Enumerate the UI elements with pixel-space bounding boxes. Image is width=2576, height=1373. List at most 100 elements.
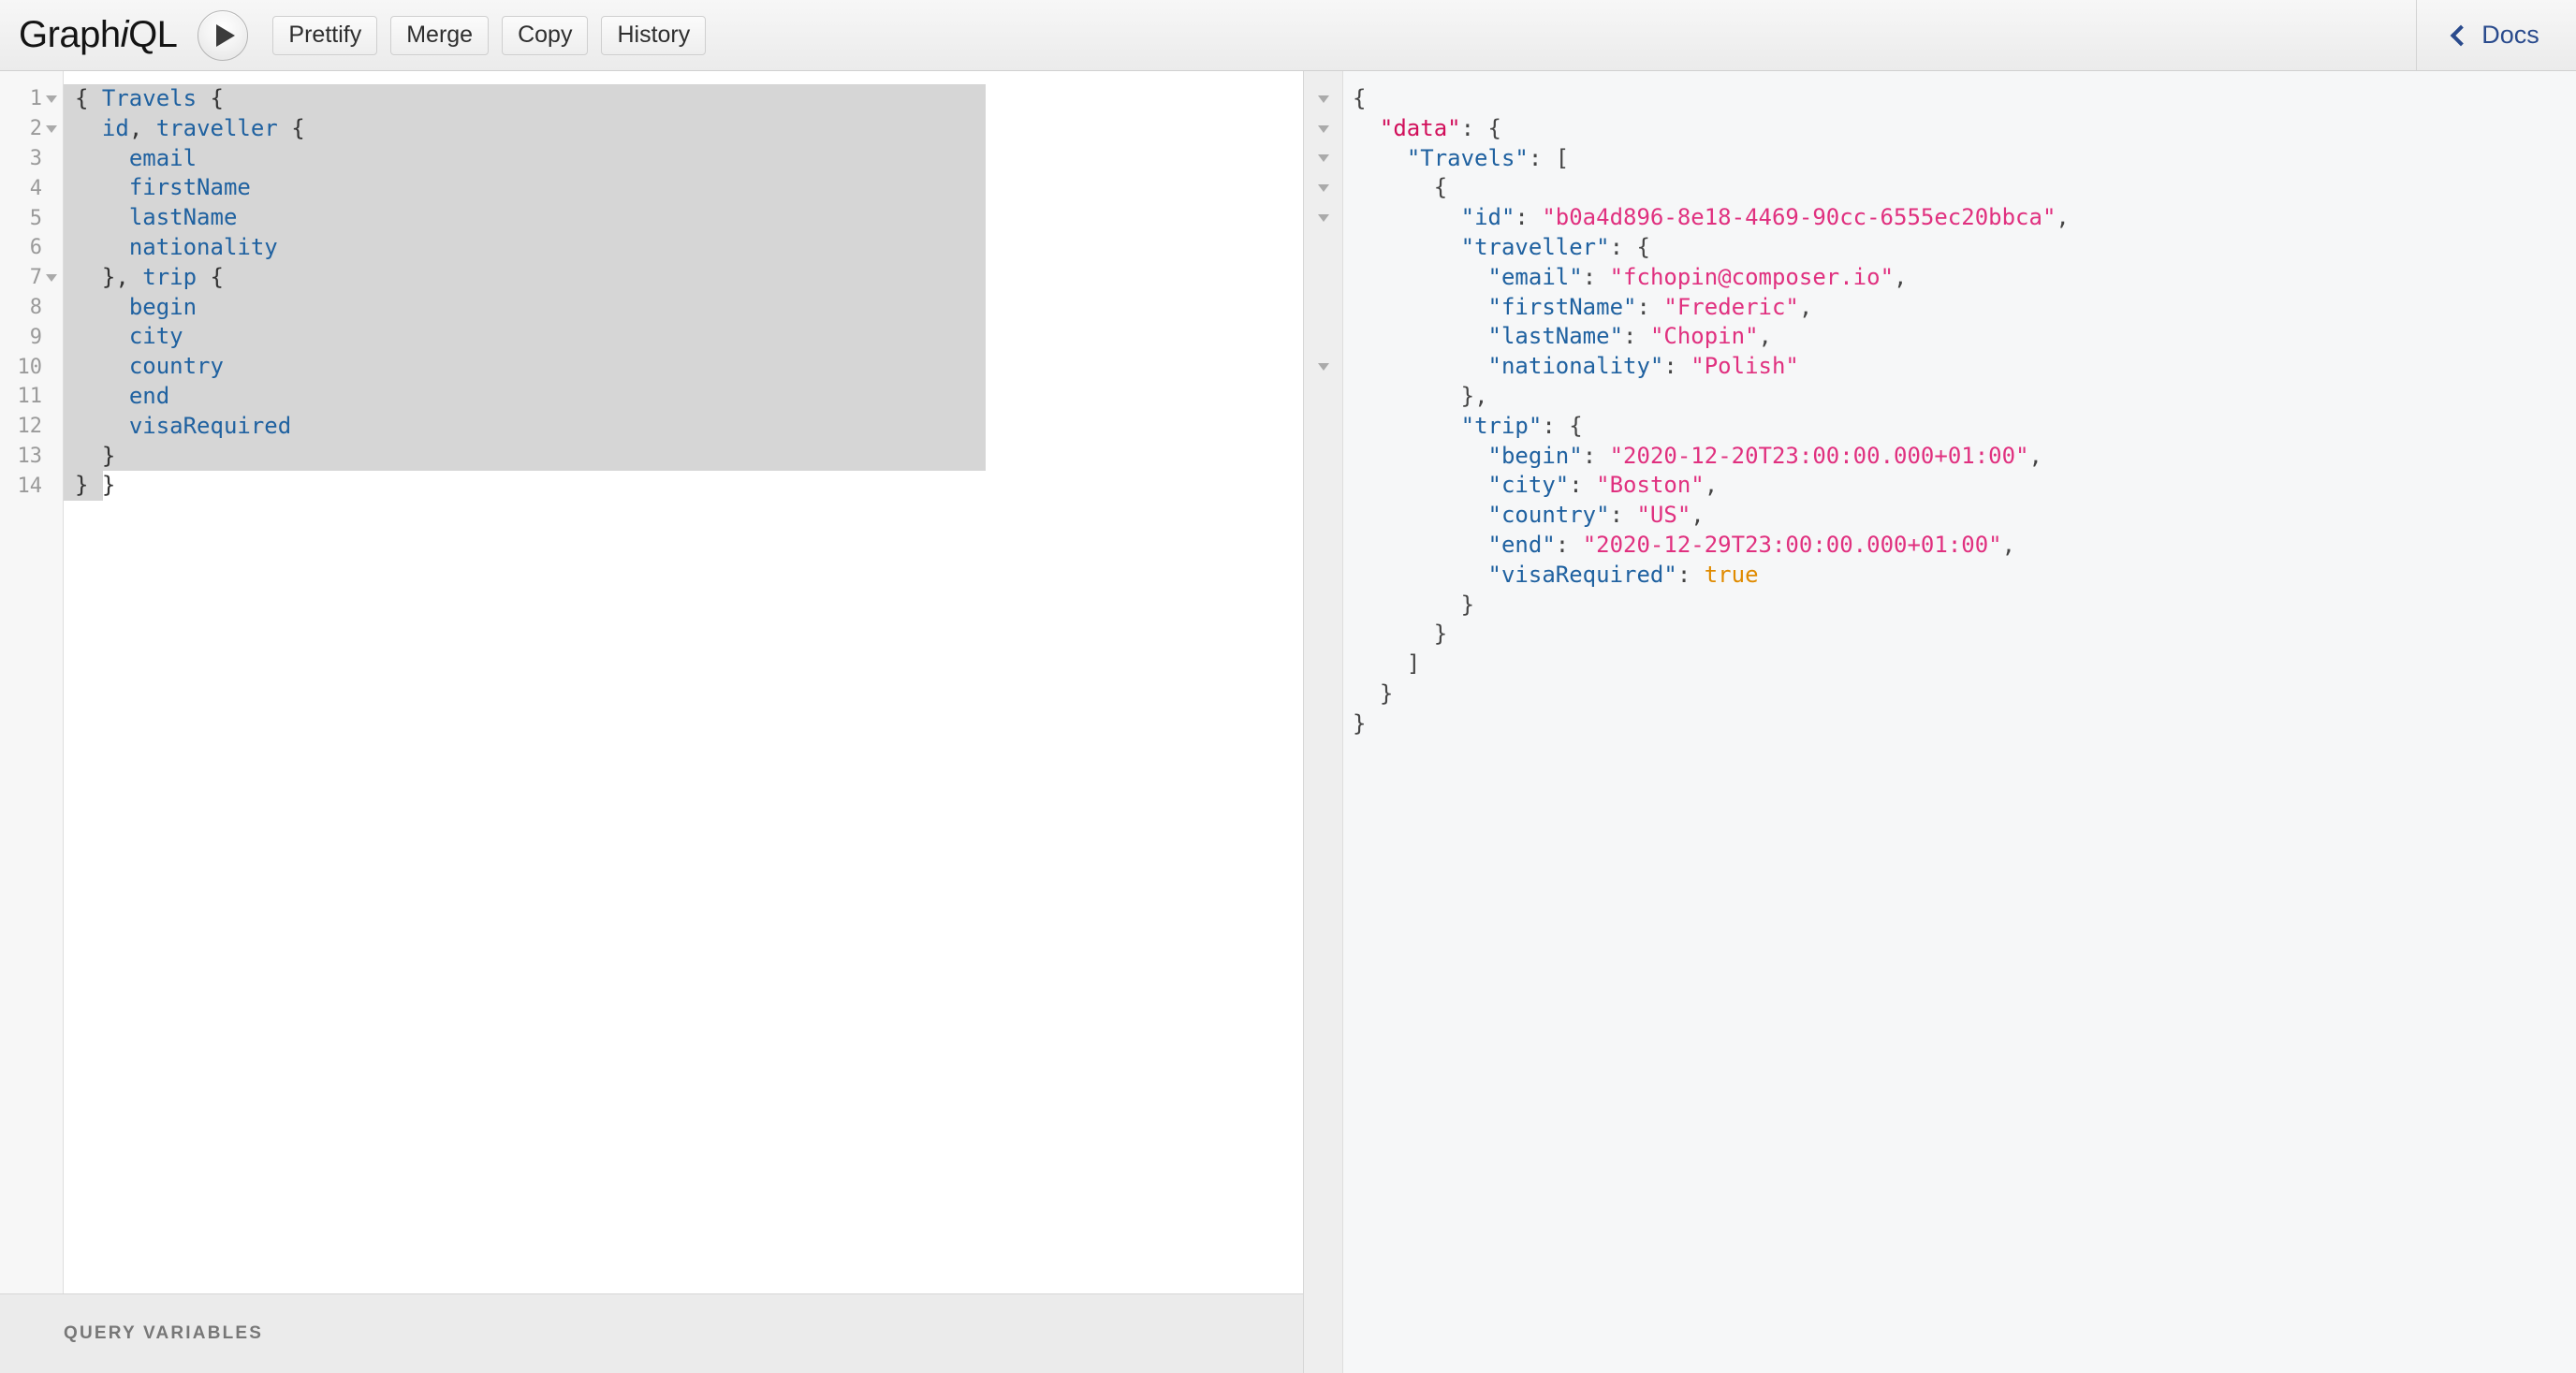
- result-line: "data": {: [1379, 114, 1501, 141]
- query-variables-label: QUERY VARIABLES: [64, 1323, 264, 1343]
- query-line-number: 12: [17, 415, 43, 439]
- logo-i: i: [120, 14, 129, 55]
- result-line: "Travels": [: [1406, 144, 1570, 171]
- history-button-label: History: [617, 22, 691, 48]
- chevron-left-icon: [2450, 24, 2472, 46]
- result-line: "visaRequired": true: [1487, 561, 1759, 588]
- result-line: "trip": {: [1460, 412, 1583, 439]
- result-line: "city": "Boston",: [1487, 472, 1719, 499]
- query-line-number: 11: [17, 385, 43, 409]
- result-gutter[interactable]: [1304, 71, 1343, 1373]
- history-button[interactable]: History: [601, 15, 707, 55]
- fold-triangle-icon[interactable]: [1317, 184, 1329, 193]
- query-line: lastName: [128, 204, 238, 231]
- result-line: "nationality": "Polish": [1487, 353, 1799, 380]
- logo-prefix: Graph: [19, 14, 121, 55]
- result-gutter-row: [1304, 352, 1342, 382]
- query-line: country: [128, 353, 224, 380]
- result-line: "id": "b0a4d896-8e18-4469-90cc-6555ec20b…: [1460, 204, 2070, 231]
- query-code-area[interactable]: { Travels { id, traveller { email firstN…: [64, 71, 1303, 1293]
- result-gutter-row: [1304, 471, 1342, 501]
- result-gutter-row: [1304, 144, 1342, 174]
- result-gutter-row: [1304, 709, 1342, 739]
- result-gutter-row: [1304, 591, 1342, 621]
- result-line: },: [1460, 382, 1488, 409]
- main-panes: 1 2 3 4 5 6 7 8 9 10 11 12 13 14 { Travels { id, trav…: [0, 71, 2576, 1373]
- query-line: city: [128, 323, 183, 350]
- result-pane: { "data": { "Travels": [ { "id": "b0a4d8…: [1304, 71, 2576, 1373]
- copy-button[interactable]: Copy: [502, 15, 589, 55]
- query-line-number: 6: [29, 236, 42, 260]
- fold-triangle-icon[interactable]: [46, 273, 57, 282]
- fold-triangle-icon[interactable]: [1317, 154, 1329, 163]
- result-viewer[interactable]: { "data": { "Travels": [ { "id": "b0a4d8…: [1343, 71, 2576, 1373]
- result-gutter-row: [1304, 442, 1342, 472]
- fold-triangle-icon[interactable]: [1317, 214, 1329, 223]
- result-line: {: [1433, 174, 1448, 201]
- result-gutter-row: [1304, 114, 1342, 144]
- result-gutter-row: [1304, 620, 1342, 650]
- execute-query-button[interactable]: [198, 9, 249, 61]
- query-editor[interactable]: 1 2 3 4 5 6 7 8 9 10 11 12 13 14 { Travels { id, trav…: [0, 71, 1304, 1293]
- play-icon: [216, 23, 236, 47]
- fold-triangle-icon[interactable]: [46, 124, 57, 133]
- result-gutter-row: [1304, 561, 1342, 591]
- result-gutter-row: [1304, 531, 1342, 561]
- merge-button-label: Merge: [406, 22, 474, 48]
- app-logo: GraphiQL: [19, 14, 178, 56]
- result-gutter-row: [1304, 382, 1342, 412]
- docs-button[interactable]: Docs: [2417, 0, 2576, 70]
- result-gutter-row: [1304, 412, 1342, 442]
- fold-triangle-icon[interactable]: [1317, 124, 1329, 133]
- query-line-number: 10: [17, 355, 43, 379]
- docs-button-label: Docs: [2481, 21, 2539, 49]
- result-line: "end": "2020-12-29T23:00:00.000+01:00",: [1487, 531, 2016, 558]
- result-line: "lastName": "Chopin",: [1487, 323, 1772, 350]
- graphiql-app: GraphiQL Prettify Merge Copy History Doc…: [0, 0, 2576, 1373]
- result-gutter-row: [1304, 84, 1342, 114]
- logo-suffix: QL: [128, 14, 178, 55]
- query-text[interactable]: { Travels { id, traveller { email firstN…: [64, 84, 1303, 501]
- query-line: nationality: [128, 233, 278, 260]
- query-line: }: [101, 442, 116, 469]
- result-line: }: [1460, 591, 1475, 618]
- query-line-number: 3: [29, 146, 42, 170]
- result-gutter-row: [1304, 263, 1342, 293]
- query-line: } }: [75, 472, 116, 499]
- result-line: "email": "fchopin@composer.io",: [1487, 263, 1908, 290]
- toolbar: GraphiQL Prettify Merge Copy History Doc…: [0, 0, 2576, 71]
- query-line-number: 2: [0, 114, 63, 144]
- query-gutter[interactable]: 1 2 3 4 5 6 7 8 9 10 11 12 13 14: [0, 71, 64, 1293]
- query-line: begin: [128, 293, 198, 320]
- query-line-number: 7: [0, 263, 63, 293]
- query-line: }, trip {: [101, 263, 224, 290]
- fold-triangle-icon[interactable]: [1317, 363, 1329, 372]
- result-line: {: [1353, 85, 1367, 111]
- query-line: email: [128, 144, 198, 171]
- prettify-button[interactable]: Prettify: [272, 15, 378, 55]
- result-gutter-row: [1304, 233, 1342, 263]
- query-line-number: 13: [17, 444, 43, 468]
- result-gutter-row: [1304, 650, 1342, 679]
- query-variables-bar[interactable]: QUERY VARIABLES: [0, 1293, 1304, 1373]
- result-gutter-row: [1304, 322, 1342, 352]
- fold-triangle-icon[interactable]: [46, 95, 57, 103]
- query-line: visaRequired: [128, 412, 292, 439]
- query-line: firstName: [128, 174, 251, 201]
- query-pane: 1 2 3 4 5 6 7 8 9 10 11 12 13 14 { Travels { id, trav…: [0, 71, 1304, 1373]
- query-line-number: 1: [0, 84, 63, 114]
- query-line-number: 9: [29, 325, 42, 349]
- result-line: }: [1353, 709, 1367, 737]
- query-line-number: 8: [29, 295, 42, 319]
- result-gutter-row: [1304, 203, 1342, 233]
- result-line: "firstName": "Frederic",: [1487, 293, 1813, 320]
- merge-button[interactable]: Merge: [390, 15, 490, 55]
- fold-triangle-icon[interactable]: [1317, 95, 1329, 103]
- query-line-number: 4: [29, 176, 42, 200]
- copy-button-label: Copy: [518, 22, 573, 48]
- result-gutter-row: [1304, 173, 1342, 203]
- result-line: "begin": "2020-12-20T23:00:00.000+01:00"…: [1487, 442, 2042, 469]
- result-gutter-row: [1304, 679, 1342, 709]
- query-line: id, traveller {: [101, 114, 305, 141]
- result-gutter-row: [1304, 501, 1342, 531]
